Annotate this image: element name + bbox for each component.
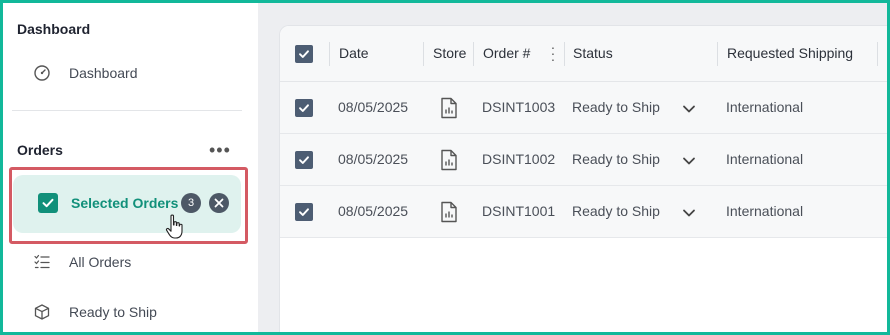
chevron-down-icon[interactable]: [682, 104, 696, 114]
hand-cursor-icon: [165, 214, 183, 239]
clear-selection-button[interactable]: [209, 193, 229, 213]
chevron-down-icon[interactable]: [682, 156, 696, 166]
cell-date: 08/05/2025: [338, 99, 409, 115]
orders-table: Date Store Order # · · · Status Requested …: [279, 25, 887, 332]
select-all-checkbox[interactable]: [295, 45, 313, 63]
sidebar-item-label: Dashboard: [69, 65, 138, 81]
cell-status: Ready to Ship: [572, 203, 660, 219]
app-window: Dashboard Dashboard Orders ••• Selected …: [0, 0, 890, 335]
table-row[interactable]: 08/05/2025 DSINT1001 Ready to Ship Inter…: [280, 186, 887, 238]
table-row[interactable]: 08/05/2025 DSINT1003 Ready to Ship Inter…: [280, 82, 887, 134]
more-options-icon[interactable]: •••: [209, 140, 231, 160]
column-header-order[interactable]: Order #: [483, 45, 530, 61]
cell-date: 08/05/2025: [338, 151, 409, 167]
table-header: Date Store Order # · · · Status Requested …: [280, 26, 887, 82]
cell-date: 08/05/2025: [338, 203, 409, 219]
cell-order-number[interactable]: DSINT1001: [482, 203, 555, 219]
cell-status: Ready to Ship: [572, 99, 660, 115]
column-separator: [329, 42, 330, 66]
column-header-store[interactable]: Store: [433, 45, 466, 61]
sidebar-item-label: Ready to Ship: [69, 304, 157, 320]
cell-requested-shipping: International: [726, 151, 804, 167]
column-header-requested-shipping[interactable]: Requested Shipping: [727, 45, 853, 61]
document-chart-icon: [441, 97, 457, 119]
column-separator: [877, 42, 878, 66]
document-chart-icon: [441, 149, 457, 171]
chevron-down-icon[interactable]: [682, 208, 696, 218]
column-separator: [423, 42, 424, 66]
sidebar-item-dashboard[interactable]: Dashboard: [33, 61, 138, 85]
row-checkbox[interactable]: [295, 99, 313, 117]
gauge-icon: [33, 64, 51, 82]
cell-requested-shipping: International: [726, 203, 804, 219]
column-separator: [564, 42, 565, 66]
column-header-date[interactable]: Date: [339, 45, 369, 61]
document-chart-icon: [441, 201, 457, 223]
sidebar-item-label: All Orders: [69, 254, 132, 270]
sidebar-item-all-orders[interactable]: All Orders: [33, 250, 131, 274]
sidebar: Dashboard Dashboard Orders ••• Selected …: [3, 3, 258, 332]
section-title-dashboard: Dashboard: [17, 21, 91, 37]
cell-requested-shipping: International: [726, 99, 804, 115]
column-header-status[interactable]: Status: [573, 45, 613, 61]
cell-status: Ready to Ship: [572, 151, 660, 167]
checkbox-checked-icon: [38, 193, 58, 213]
cell-order-number[interactable]: DSINT1002: [482, 151, 555, 167]
sidebar-item-ready-to-ship[interactable]: Ready to Ship: [33, 300, 157, 324]
row-checkbox[interactable]: [295, 151, 313, 169]
section-title-orders: Orders: [17, 142, 63, 158]
selected-count-badge: 3: [181, 193, 201, 213]
column-separator: [473, 42, 474, 66]
sidebar-divider: [12, 110, 242, 111]
column-menu-icon[interactable]: · · ·: [550, 40, 556, 66]
box-icon: [33, 303, 51, 321]
table-row[interactable]: 08/05/2025 DSINT1002 Ready to Ship Inter…: [280, 134, 887, 186]
cell-order-number[interactable]: DSINT1003: [482, 99, 555, 115]
column-separator: [717, 42, 718, 66]
close-icon: [214, 198, 224, 208]
checklist-icon: [33, 253, 51, 271]
row-checkbox[interactable]: [295, 203, 313, 221]
selected-orders-label: Selected Orders: [71, 195, 179, 211]
